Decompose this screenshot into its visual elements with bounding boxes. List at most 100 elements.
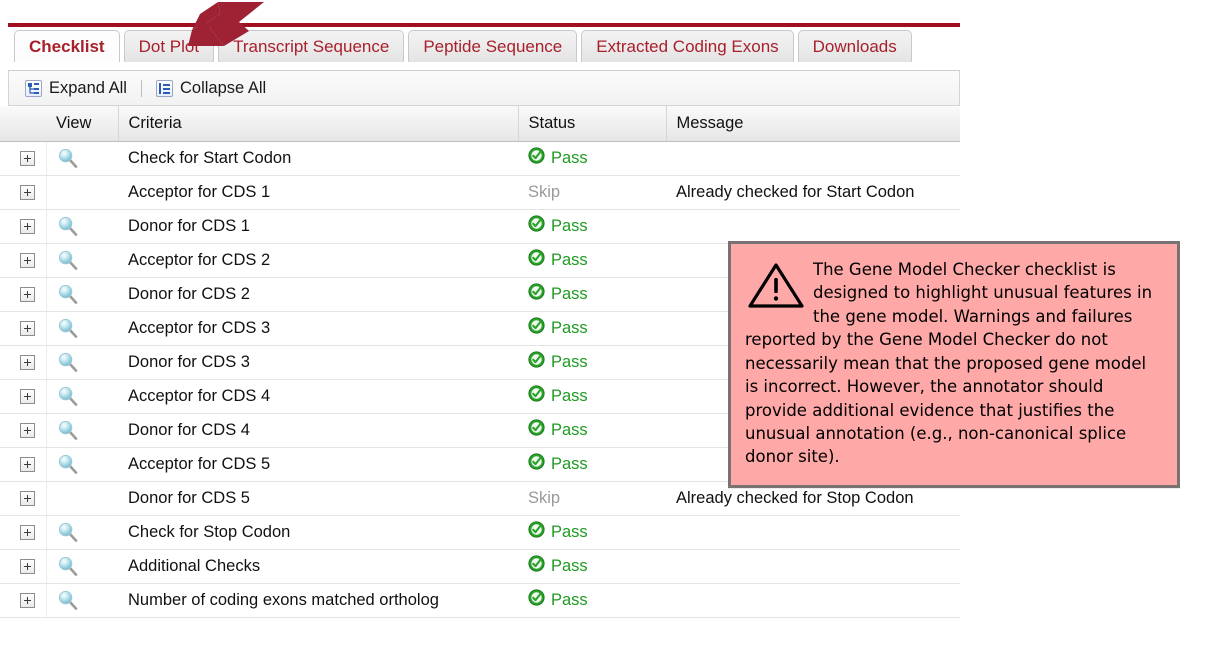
table-row[interactable]: Check for Stop Codon Pass — [0, 515, 960, 550]
row-expander-cell[interactable] — [0, 481, 47, 516]
expand-plus-icon[interactable] — [20, 320, 36, 336]
tab-label: Checklist — [29, 37, 105, 56]
magnifier-icon[interactable] — [57, 556, 79, 576]
row-message-text: Already checked for Start Codon — [676, 182, 915, 201]
row-expander-cell[interactable] — [0, 447, 47, 482]
row-status-cell: Skip — [518, 175, 666, 210]
row-view-cell[interactable] — [46, 277, 118, 312]
row-expander-cell[interactable] — [0, 379, 47, 414]
row-message-cell — [666, 141, 960, 176]
pass-check-icon — [528, 521, 545, 543]
row-status-cell: Pass — [518, 345, 666, 380]
magnifier-icon[interactable] — [57, 522, 79, 542]
magnifier-icon[interactable] — [57, 148, 79, 168]
tab-downloads[interactable]: Downloads — [797, 30, 912, 62]
tab-peptide-sequence[interactable]: Peptide Sequence — [408, 30, 578, 62]
row-view-cell[interactable] — [46, 345, 118, 380]
row-criteria-cell: Check for Stop Codon — [118, 515, 518, 550]
row-expander-cell[interactable] — [0, 277, 47, 312]
magnifier-icon[interactable] — [57, 216, 79, 236]
magnifier-icon[interactable] — [57, 352, 79, 372]
magnifier-icon[interactable] — [57, 454, 79, 474]
expand-plus-icon[interactable] — [20, 524, 36, 540]
pass-check-icon — [528, 215, 545, 237]
expand-plus-icon[interactable] — [20, 252, 36, 268]
status-label: Pass — [551, 454, 588, 473]
pass-check-icon — [528, 249, 545, 271]
expand-plus-icon[interactable] — [20, 558, 36, 574]
magnifier-icon[interactable] — [57, 590, 79, 610]
status-badge-skip: Skip — [528, 489, 560, 507]
row-message-text: Already checked for Stop Codon — [676, 488, 914, 507]
expand-plus-icon[interactable] — [20, 388, 36, 404]
row-message-cell — [666, 549, 960, 584]
row-expander-cell[interactable] — [0, 175, 47, 210]
expand-plus-icon[interactable] — [20, 354, 36, 370]
row-expander-cell[interactable] — [0, 311, 47, 346]
row-view-cell[interactable] — [46, 447, 118, 482]
table-row[interactable]: Acceptor for CDS 1 Skip Already checked fo… — [0, 175, 960, 210]
row-criteria-cell: Acceptor for CDS 5 — [118, 447, 518, 482]
tab-transcript-sequence[interactable]: Transcript Sequence — [218, 30, 405, 62]
status-label: Pass — [551, 352, 588, 371]
row-status-cell: Pass — [518, 277, 666, 312]
table-row[interactable]: Check for Start Codon Pass — [0, 141, 960, 176]
row-expander-cell[interactable] — [0, 243, 47, 278]
row-status-cell: Pass — [518, 549, 666, 584]
table-row[interactable]: Number of coding exons matched ortholog P… — [0, 583, 960, 618]
tab-dot-plot[interactable]: Dot Plot — [123, 30, 215, 62]
row-expander-cell[interactable] — [0, 549, 47, 584]
expand-plus-icon[interactable] — [20, 150, 36, 166]
pass-check-icon — [528, 589, 545, 611]
row-expander-cell[interactable] — [0, 413, 47, 448]
row-expander-cell[interactable] — [0, 583, 47, 618]
status-badge-pass: Pass — [528, 147, 666, 169]
row-view-cell[interactable] — [46, 209, 118, 244]
expand-plus-icon[interactable] — [20, 184, 36, 200]
row-criteria-cell: Donor for CDS 4 — [118, 413, 518, 448]
row-expander-cell[interactable] — [0, 209, 47, 244]
expand-plus-icon[interactable] — [20, 490, 36, 506]
row-expander-cell[interactable] — [0, 141, 47, 176]
row-expander-cell[interactable] — [0, 345, 47, 380]
expand-plus-icon[interactable] — [20, 456, 36, 472]
row-view-cell[interactable] — [46, 413, 118, 448]
col-header-view[interactable]: View — [46, 106, 119, 142]
tab-extracted-coding-exons[interactable]: Extracted Coding Exons — [581, 30, 794, 62]
row-expander-cell[interactable] — [0, 515, 47, 550]
row-view-cell[interactable] — [46, 311, 118, 346]
tab-checklist[interactable]: Checklist — [14, 30, 120, 62]
expand-plus-icon[interactable] — [20, 592, 36, 608]
col-header-status[interactable]: Status — [518, 106, 667, 142]
status-label: Pass — [551, 250, 588, 269]
expand-plus-icon[interactable] — [20, 218, 36, 234]
row-view-cell[interactable] — [46, 379, 118, 414]
magnifier-icon[interactable] — [57, 386, 79, 406]
status-badge-pass: Pass — [528, 521, 666, 543]
row-view-cell[interactable] — [46, 243, 118, 278]
table-row[interactable]: Donor for CDS 1 Pass — [0, 209, 960, 244]
row-criteria-cell: Donor for CDS 2 — [118, 277, 518, 312]
magnifier-icon[interactable] — [57, 284, 79, 304]
expand-plus-icon[interactable] — [20, 422, 36, 438]
magnifier-icon[interactable] — [57, 420, 79, 440]
table-row[interactable]: Additional Checks Pass — [0, 549, 960, 584]
warning-message: The Gene Model Checker checklist is desi… — [745, 260, 1153, 467]
row-view-cell[interactable] — [46, 141, 118, 176]
row-view-cell[interactable] — [46, 583, 118, 618]
pass-check-icon — [528, 453, 545, 475]
collapse-all-button[interactable]: Collapse All — [155, 78, 267, 98]
col-header-message[interactable]: Message — [666, 106, 960, 142]
row-message-cell: Already checked for Start Codon — [666, 175, 960, 210]
col-header-criteria[interactable]: Criteria — [118, 106, 519, 142]
status-badge-pass: Pass — [528, 215, 666, 237]
row-view-cell[interactable] — [46, 549, 118, 584]
collapse-all-label: Collapse All — [179, 78, 267, 97]
expand-plus-icon[interactable] — [20, 286, 36, 302]
magnifier-icon[interactable] — [57, 318, 79, 338]
row-view-cell[interactable] — [46, 515, 118, 550]
magnifier-icon[interactable] — [57, 250, 79, 270]
tab-label: Peptide Sequence — [423, 37, 563, 56]
expand-all-button[interactable]: Expand All — [25, 79, 127, 98]
pass-check-icon — [528, 351, 545, 373]
